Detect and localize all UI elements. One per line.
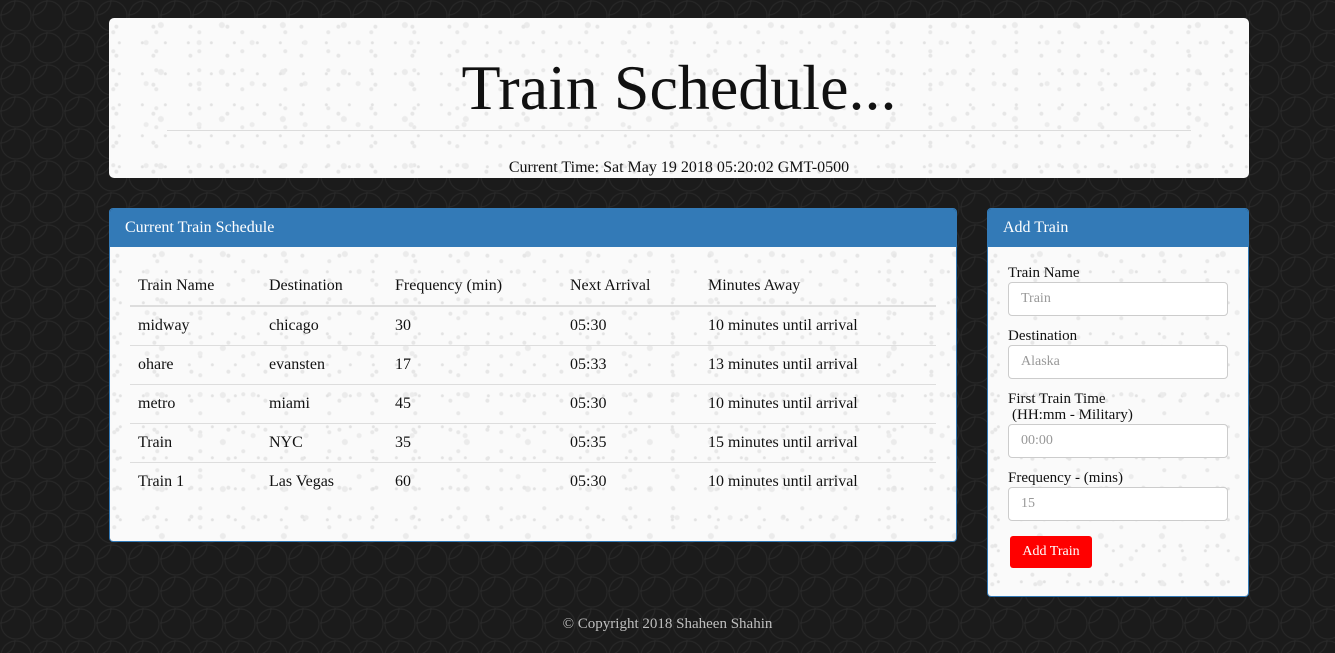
cell-train-name: midway bbox=[138, 317, 190, 334]
column-header-destination: Destination bbox=[261, 267, 387, 307]
cell-minutes-away: 10 minutes until arrival bbox=[700, 384, 936, 424]
frequency-input[interactable] bbox=[1008, 487, 1228, 521]
schedule-panel-heading: Current Train Schedule bbox=[110, 209, 956, 247]
column-header-minutes-away: Minutes Away bbox=[700, 267, 936, 307]
header-jumbotron: Train Schedule... Current Time: Sat May … bbox=[109, 18, 1249, 178]
train-name-group: Train Name bbox=[1008, 265, 1228, 316]
cell-next-arrival: 05:30 bbox=[562, 462, 700, 501]
cell-destination: Las Vegas bbox=[261, 462, 387, 501]
cell-destination: chicago bbox=[269, 317, 319, 334]
current-time: Current Time: Sat May 19 2018 05:20:02 G… bbox=[508, 159, 850, 176]
cell-train-name: ohare bbox=[130, 345, 261, 385]
cell-next-arrival: 05:33 bbox=[562, 345, 700, 385]
first-train-time-label: First Train Time bbox=[1008, 391, 1106, 407]
cell-minutes-away: 10 minutes until arrival bbox=[708, 317, 858, 334]
destination-input[interactable] bbox=[1008, 345, 1228, 379]
add-train-form: Train Name Destination First Train Time … bbox=[1008, 265, 1228, 568]
cell-next-arrival: 05:30 bbox=[562, 384, 700, 424]
table-row: ohare evansten 17 05:33 13 minutes until… bbox=[130, 345, 936, 385]
cell-destination: NYC bbox=[261, 423, 387, 463]
train-name-input[interactable] bbox=[1008, 282, 1228, 316]
cell-frequency: 60 bbox=[387, 462, 562, 501]
cell-destination: miami bbox=[261, 384, 387, 424]
table-row: midway chicago 30 05:30 10 minutes until… bbox=[130, 306, 936, 346]
cell-train-name: metro bbox=[130, 384, 261, 424]
table-row: metro miami 45 05:30 10 minutes until ar… bbox=[130, 384, 936, 424]
destination-group: Destination bbox=[1008, 328, 1228, 379]
table-row: Train 1 Las Vegas 60 05:30 10 minutes un… bbox=[130, 462, 936, 501]
add-train-panel-body: Train Name Destination First Train Time … bbox=[988, 247, 1248, 596]
page-title: Train Schedule... bbox=[461, 52, 897, 123]
cell-frequency: 17 bbox=[387, 345, 562, 385]
schedule-table: Train Name Destination Frequency (min) N… bbox=[130, 267, 936, 501]
add-train-panel: Add Train Train Name Destination First T… bbox=[987, 208, 1249, 597]
first-train-time-format-hint: (HH:mm - Military) bbox=[1012, 407, 1133, 423]
column-header-train-name: Train Name bbox=[130, 267, 261, 307]
cell-train-name: Train bbox=[130, 423, 261, 463]
schedule-panel: Current Train Schedule Train Name Destin… bbox=[109, 208, 957, 542]
schedule-panel-body: Train Name Destination Frequency (min) N… bbox=[110, 247, 956, 541]
add-train-button[interactable]: Add Train bbox=[1010, 536, 1092, 568]
add-train-panel-heading: Add Train bbox=[988, 209, 1248, 247]
train-name-label: Train Name bbox=[1008, 265, 1080, 281]
cell-train-name: Train 1 bbox=[130, 462, 261, 501]
cell-minutes-away: 10 minutes until arrival bbox=[700, 462, 936, 501]
footer-copyright: © Copyright 2018 Shaheen Shahin bbox=[562, 616, 773, 632]
table-header-row: Train Name Destination Frequency (min) N… bbox=[130, 267, 936, 307]
cell-frequency: 45 bbox=[387, 384, 562, 424]
cell-next-arrival: 05:30 bbox=[570, 317, 607, 334]
cell-minutes-away: 13 minutes until arrival bbox=[700, 345, 936, 385]
frequency-group: Frequency - (mins) bbox=[1008, 470, 1228, 521]
cell-frequency: 35 bbox=[387, 423, 562, 463]
cell-destination: evansten bbox=[261, 345, 387, 385]
cell-minutes-away: 15 minutes until arrival bbox=[700, 423, 936, 463]
cell-frequency: 30 bbox=[395, 317, 411, 334]
destination-label: Destination bbox=[1008, 328, 1078, 344]
cell-next-arrival: 05:35 bbox=[562, 423, 700, 463]
first-train-time-input[interactable] bbox=[1008, 424, 1228, 458]
header-divider bbox=[167, 130, 1191, 131]
table-row: Train NYC 35 05:35 15 minutes until arri… bbox=[130, 423, 936, 463]
column-header-frequency: Frequency (min) bbox=[387, 267, 562, 307]
column-header-next-arrival: Next Arrival bbox=[562, 267, 700, 307]
frequency-label: Frequency - (mins) bbox=[1008, 470, 1123, 486]
first-train-time-group: First Train Time (HH:mm - Military) bbox=[1008, 391, 1228, 458]
